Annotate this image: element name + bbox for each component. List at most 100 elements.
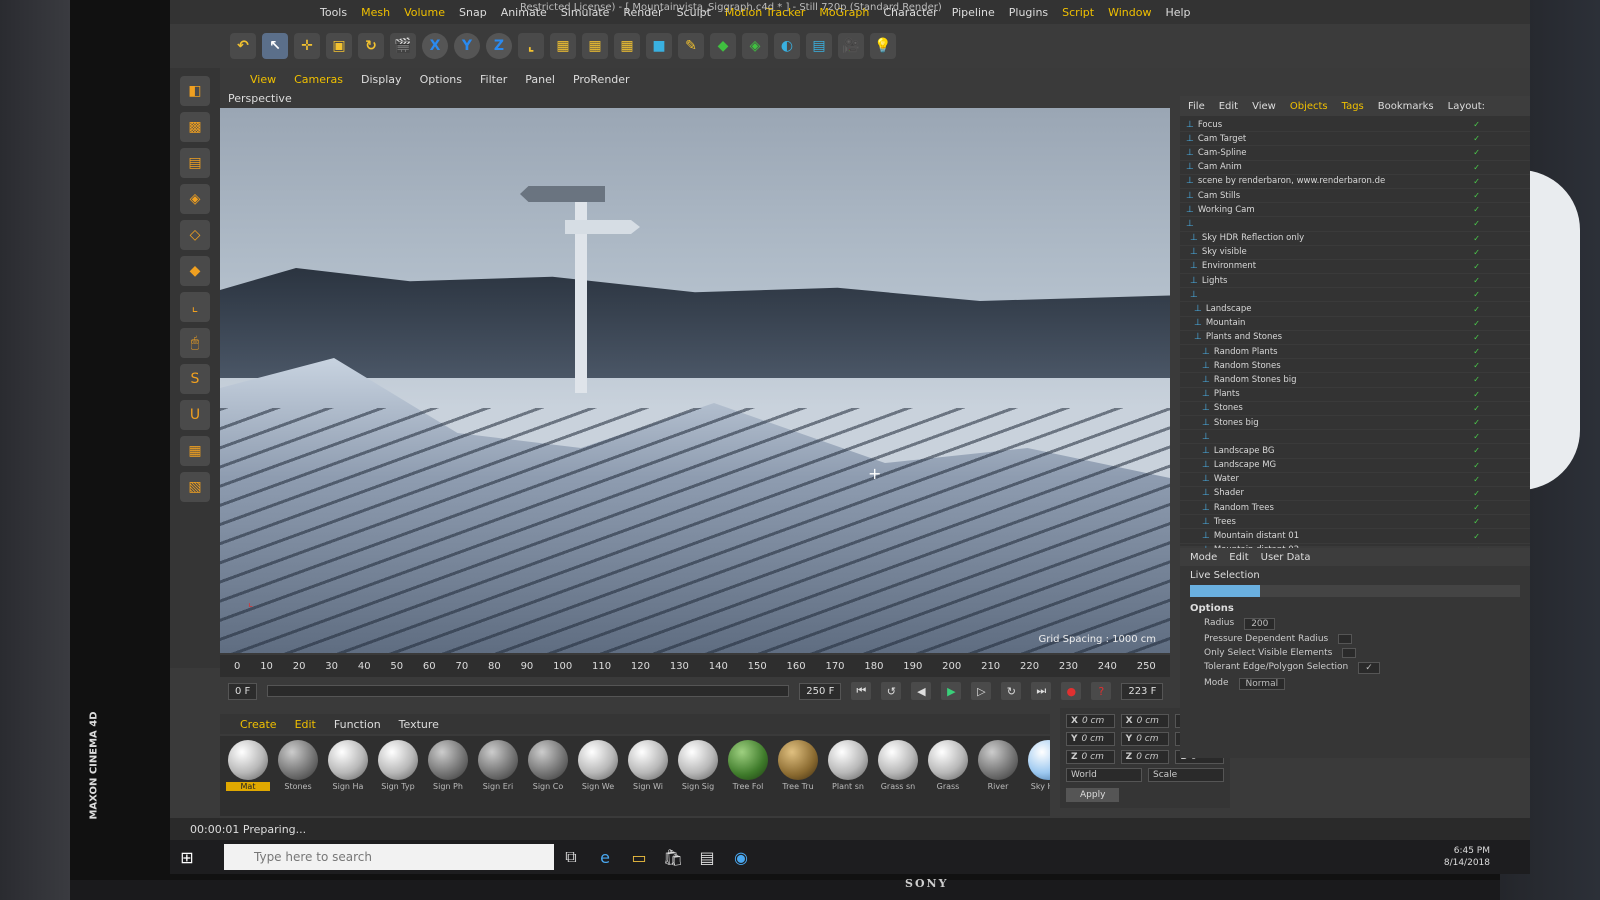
menu-item[interactable]: Plugins <box>1009 6 1048 19</box>
objmenu-bookmarks[interactable]: Bookmarks <box>1378 101 1434 112</box>
visibility-check-icon[interactable]: ✓ <box>1473 475 1480 484</box>
viewport-menu-options[interactable]: Options <box>420 73 462 86</box>
material-swatch[interactable]: Sign Sig <box>676 740 720 812</box>
attr-menu-edit[interactable]: Edit <box>1229 552 1248 563</box>
material-swatch[interactable]: Sign Eri <box>476 740 520 812</box>
camera-icon[interactable]: 🎥 <box>838 33 864 59</box>
object-row[interactable]: ⊥ Working Cam ✓ <box>1180 203 1530 218</box>
clock[interactable]: 6:45 PM 8/14/2018 <box>1444 845 1490 869</box>
visibility-check-icon[interactable]: ✓ <box>1473 262 1480 271</box>
menu-item[interactable]: Tools <box>320 6 347 19</box>
coord-field[interactable]: Y0 cm <box>1120 732 1170 746</box>
edges-mode-icon[interactable]: ◇ <box>180 220 210 250</box>
object-row[interactable]: ⊥ Landscape ✓ <box>1180 302 1530 317</box>
material-swatch[interactable]: Sign Co <box>526 740 570 812</box>
visibility-check-icon[interactable]: ✓ <box>1473 432 1480 441</box>
frame-range-slider[interactable] <box>267 685 790 697</box>
coord-field[interactable]: Z0 cm <box>1120 750 1170 764</box>
option-value[interactable]: ✓ <box>1358 662 1380 674</box>
visibility-check-icon[interactable]: ✓ <box>1473 446 1480 455</box>
menu-item[interactable]: Pipeline <box>952 6 995 19</box>
object-row[interactable]: ⊥ Water ✓ <box>1180 473 1530 487</box>
material-swatch[interactable]: Sign Wi <box>626 740 670 812</box>
windows-start-icon[interactable]: ⊞ <box>170 844 204 870</box>
tab-active[interactable] <box>1190 585 1260 597</box>
objmenu-tags[interactable]: Tags <box>1342 101 1364 112</box>
material-menu-texture[interactable]: Texture <box>399 718 439 731</box>
material-swatch[interactable]: Tree Tru <box>776 740 820 812</box>
objmenu-objects[interactable]: Objects <box>1290 101 1328 112</box>
object-row[interactable]: ⊥ ✓ <box>1180 430 1530 445</box>
cinema4d-taskbar-icon[interactable]: ◉ <box>724 844 758 870</box>
attr-menu-userdata[interactable]: User Data <box>1261 552 1311 563</box>
object-row[interactable]: ⊥ Trees ✓ <box>1180 515 1530 530</box>
model-mode-icon[interactable]: ◧ <box>180 76 210 106</box>
select-tool-icon[interactable]: ↖ <box>262 33 288 59</box>
visibility-check-icon[interactable]: ✓ <box>1473 319 1480 328</box>
visibility-check-icon[interactable]: ✓ <box>1473 276 1480 285</box>
object-row[interactable]: ⊥ Stones ✓ <box>1180 402 1530 416</box>
visibility-check-icon[interactable]: ✓ <box>1473 404 1480 413</box>
objmenu-file[interactable]: File <box>1188 101 1205 112</box>
visibility-check-icon[interactable]: ✓ <box>1473 375 1480 384</box>
material-menu-function[interactable]: Function <box>334 718 381 731</box>
viewport-menu-prorender[interactable]: ProRender <box>573 73 630 86</box>
material-swatch[interactable]: Plant sn <box>826 740 870 812</box>
current-frame-field[interactable]: 223 F <box>1121 682 1164 700</box>
grid-lock-icon[interactable]: ▦ <box>180 436 210 466</box>
visibility-check-icon[interactable]: ✓ <box>1473 120 1480 129</box>
coord-field[interactable]: X0 cm <box>1066 714 1115 728</box>
visibility-check-icon[interactable]: ✓ <box>1473 205 1480 214</box>
visibility-check-icon[interactable]: ✓ <box>1473 517 1480 526</box>
next-key-icon[interactable]: ↻ <box>1001 682 1022 700</box>
object-row[interactable]: ⊥ Mountain ✓ <box>1180 317 1530 331</box>
visibility-check-icon[interactable]: ✓ <box>1473 234 1480 243</box>
task-view-icon[interactable]: ⧉ <box>554 844 588 870</box>
magnet-icon[interactable]: U <box>180 400 210 430</box>
attribute-tabs[interactable] <box>1190 585 1520 597</box>
array-icon[interactable]: ◈ <box>742 33 768 59</box>
object-row[interactable]: ⊥ Environment ✓ <box>1180 260 1530 275</box>
autokey-icon[interactable]: ? <box>1091 682 1112 700</box>
object-row[interactable]: ⊥ Stones big ✓ <box>1180 416 1530 431</box>
object-row[interactable]: ⊥ Landscape BG ✓ <box>1180 444 1530 459</box>
coord-world-select[interactable]: World <box>1066 768 1142 782</box>
edge-icon[interactable]: e <box>588 844 622 870</box>
visibility-check-icon[interactable]: ✓ <box>1473 503 1480 512</box>
object-row[interactable]: ⊥ Sky HDR Reflection only ✓ <box>1180 232 1530 246</box>
record-icon[interactable]: ● <box>1061 682 1082 700</box>
goto-end-icon[interactable]: ⏭ <box>1031 682 1052 700</box>
visibility-check-icon[interactable]: ✓ <box>1473 248 1480 257</box>
object-row[interactable]: ⊥ Random Trees ✓ <box>1180 501 1530 516</box>
material-swatch[interactable]: Sign Typ <box>376 740 420 812</box>
polygons-mode-icon[interactable]: ◆ <box>180 256 210 286</box>
visibility-check-icon[interactable]: ✓ <box>1473 418 1480 427</box>
object-row[interactable]: ⊥ Random Stones ✓ <box>1180 359 1530 374</box>
viewport-menu-panel[interactable]: Panel <box>525 73 555 86</box>
object-row[interactable]: ⊥ Plants ✓ <box>1180 388 1530 402</box>
z-axis-icon[interactable]: Z <box>486 33 512 59</box>
material-swatch[interactable]: Mat <box>226 740 270 812</box>
material-swatch[interactable]: River <box>976 740 1020 812</box>
visibility-check-icon[interactable]: ✓ <box>1473 532 1480 541</box>
viewport-menu-cameras[interactable]: Cameras <box>294 73 343 86</box>
visibility-check-icon[interactable]: ✓ <box>1473 191 1480 200</box>
visibility-check-icon[interactable]: ✓ <box>1473 361 1480 370</box>
material-swatch[interactable]: Grass sn <box>876 740 920 812</box>
object-row[interactable]: ⊥ Cam Target ✓ <box>1180 132 1530 147</box>
render-picture-icon[interactable]: ▦ <box>582 33 608 59</box>
texture-mode-icon[interactable]: ▩ <box>180 112 210 142</box>
attr-menu-mode[interactable]: Mode <box>1190 552 1217 563</box>
cube-icon[interactable]: ■ <box>646 33 672 59</box>
scale-icon[interactable]: ▣ <box>326 33 352 59</box>
material-swatch[interactable]: Sign We <box>576 740 620 812</box>
objmenu-edit[interactable]: Edit <box>1219 101 1238 112</box>
y-axis-icon[interactable]: Y <box>454 33 480 59</box>
coord-system-icon[interactable]: ⌞ <box>518 33 544 59</box>
option-value[interactable] <box>1342 648 1357 658</box>
object-row[interactable]: ⊥ Focus ✓ <box>1180 118 1530 133</box>
object-row[interactable]: ⊥ scene by renderbaron, www.renderbaron.d… <box>1180 175 1530 189</box>
material-swatch[interactable]: Sign Ph <box>426 740 470 812</box>
visibility-check-icon[interactable]: ✓ <box>1473 347 1480 356</box>
material-swatch[interactable]: Tree Fol <box>726 740 770 812</box>
